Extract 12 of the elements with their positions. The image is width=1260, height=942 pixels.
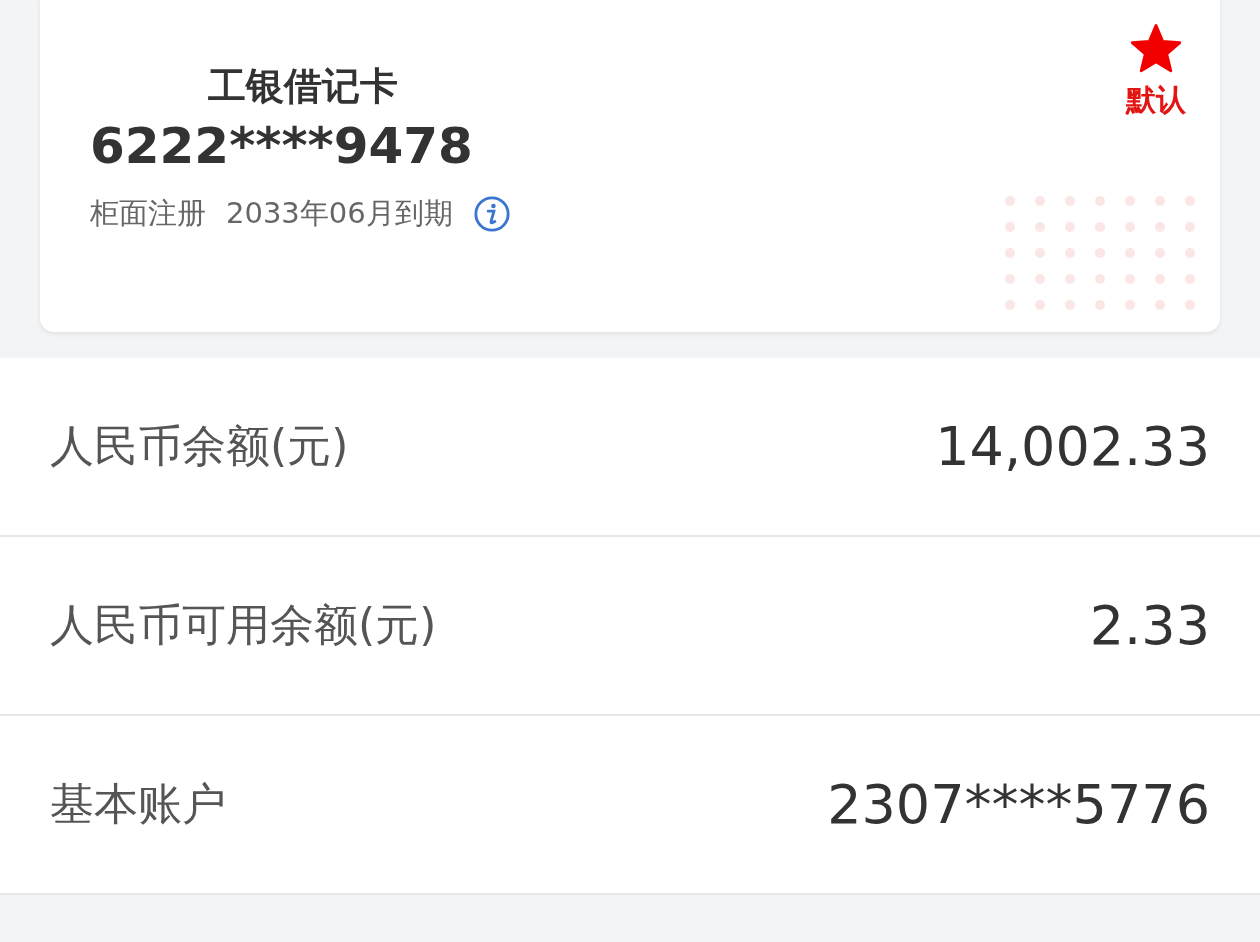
- field-value: 2.33: [1089, 594, 1210, 657]
- field-label: 人民币可用余额(元): [50, 598, 437, 652]
- field-label: 人民币余额(元): [50, 419, 349, 473]
- registration-text: 柜面注册: [90, 195, 206, 232]
- default-label: 默认: [1126, 81, 1186, 119]
- card-name: 工银借记卡: [207, 63, 399, 110]
- field-value: 14,002.33: [935, 415, 1210, 478]
- field-label: 基本账户: [50, 777, 226, 831]
- card-number: 6222****9478: [90, 116, 474, 177]
- field-value: 2307****5776: [827, 773, 1210, 836]
- info-icon[interactable]: [472, 195, 511, 233]
- expiry-text: 2033年06月到期: [226, 195, 453, 232]
